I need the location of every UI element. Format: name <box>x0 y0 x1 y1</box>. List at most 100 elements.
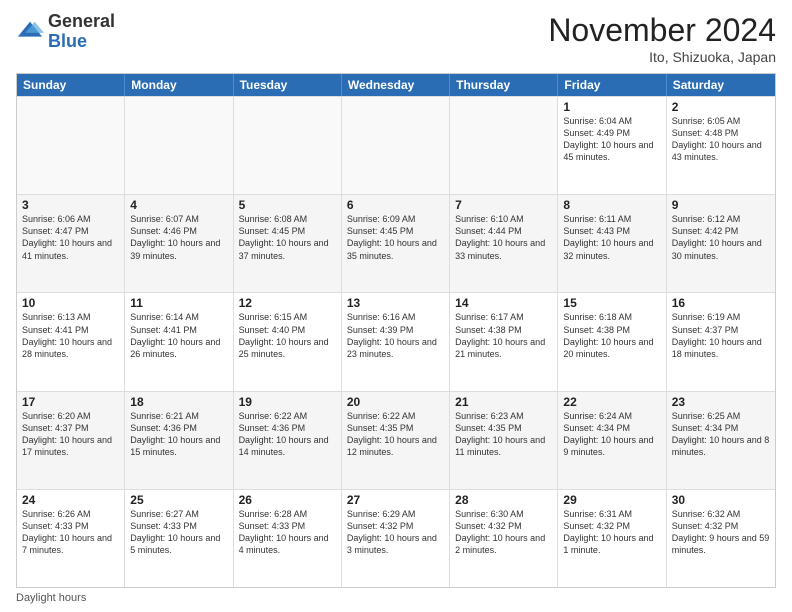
day-info: Sunrise: 6:22 AM Sunset: 4:35 PM Dayligh… <box>347 410 444 459</box>
day-number: 16 <box>672 296 770 310</box>
day-cell: 1Sunrise: 6:04 AM Sunset: 4:49 PM Daylig… <box>558 97 666 194</box>
day-info: Sunrise: 6:19 AM Sunset: 4:37 PM Dayligh… <box>672 311 770 360</box>
logo-blue-text: Blue <box>48 32 115 52</box>
day-info: Sunrise: 6:08 AM Sunset: 4:45 PM Dayligh… <box>239 213 336 262</box>
day-cell: 29Sunrise: 6:31 AM Sunset: 4:32 PM Dayli… <box>558 490 666 587</box>
day-cell: 24Sunrise: 6:26 AM Sunset: 4:33 PM Dayli… <box>17 490 125 587</box>
day-info: Sunrise: 6:11 AM Sunset: 4:43 PM Dayligh… <box>563 213 660 262</box>
day-number: 23 <box>672 395 770 409</box>
day-cell: 26Sunrise: 6:28 AM Sunset: 4:33 PM Dayli… <box>234 490 342 587</box>
empty-cell <box>125 97 233 194</box>
footer-note: Daylight hours <box>16 588 776 604</box>
day-number: 14 <box>455 296 552 310</box>
calendar-header: SundayMondayTuesdayWednesdayThursdayFrid… <box>17 74 775 96</box>
day-info: Sunrise: 6:24 AM Sunset: 4:34 PM Dayligh… <box>563 410 660 459</box>
day-cell: 17Sunrise: 6:20 AM Sunset: 4:37 PM Dayli… <box>17 392 125 489</box>
logo-general-text: General <box>48 12 115 32</box>
day-number: 18 <box>130 395 227 409</box>
day-number: 7 <box>455 198 552 212</box>
empty-cell <box>17 97 125 194</box>
day-info: Sunrise: 6:20 AM Sunset: 4:37 PM Dayligh… <box>22 410 119 459</box>
weekday-header: Tuesday <box>234 74 342 96</box>
calendar: SundayMondayTuesdayWednesdayThursdayFrid… <box>16 73 776 588</box>
day-info: Sunrise: 6:09 AM Sunset: 4:45 PM Dayligh… <box>347 213 444 262</box>
day-number: 1 <box>563 100 660 114</box>
day-cell: 20Sunrise: 6:22 AM Sunset: 4:35 PM Dayli… <box>342 392 450 489</box>
calendar-row: 1Sunrise: 6:04 AM Sunset: 4:49 PM Daylig… <box>17 96 775 194</box>
day-info: Sunrise: 6:23 AM Sunset: 4:35 PM Dayligh… <box>455 410 552 459</box>
day-info: Sunrise: 6:25 AM Sunset: 4:34 PM Dayligh… <box>672 410 770 459</box>
day-number: 30 <box>672 493 770 507</box>
day-info: Sunrise: 6:06 AM Sunset: 4:47 PM Dayligh… <box>22 213 119 262</box>
day-info: Sunrise: 6:10 AM Sunset: 4:44 PM Dayligh… <box>455 213 552 262</box>
empty-cell <box>450 97 558 194</box>
calendar-row: 17Sunrise: 6:20 AM Sunset: 4:37 PM Dayli… <box>17 391 775 489</box>
day-number: 28 <box>455 493 552 507</box>
empty-cell <box>342 97 450 194</box>
day-info: Sunrise: 6:31 AM Sunset: 4:32 PM Dayligh… <box>563 508 660 557</box>
day-cell: 2Sunrise: 6:05 AM Sunset: 4:48 PM Daylig… <box>667 97 775 194</box>
day-cell: 22Sunrise: 6:24 AM Sunset: 4:34 PM Dayli… <box>558 392 666 489</box>
day-cell: 27Sunrise: 6:29 AM Sunset: 4:32 PM Dayli… <box>342 490 450 587</box>
day-info: Sunrise: 6:22 AM Sunset: 4:36 PM Dayligh… <box>239 410 336 459</box>
logo: General Blue <box>16 12 115 52</box>
weekday-header: Saturday <box>667 74 775 96</box>
day-number: 15 <box>563 296 660 310</box>
day-cell: 15Sunrise: 6:18 AM Sunset: 4:38 PM Dayli… <box>558 293 666 390</box>
day-number: 11 <box>130 296 227 310</box>
day-info: Sunrise: 6:16 AM Sunset: 4:39 PM Dayligh… <box>347 311 444 360</box>
day-info: Sunrise: 6:29 AM Sunset: 4:32 PM Dayligh… <box>347 508 444 557</box>
day-cell: 28Sunrise: 6:30 AM Sunset: 4:32 PM Dayli… <box>450 490 558 587</box>
day-info: Sunrise: 6:28 AM Sunset: 4:33 PM Dayligh… <box>239 508 336 557</box>
day-cell: 21Sunrise: 6:23 AM Sunset: 4:35 PM Dayli… <box>450 392 558 489</box>
calendar-row: 10Sunrise: 6:13 AM Sunset: 4:41 PM Dayli… <box>17 292 775 390</box>
day-number: 9 <box>672 198 770 212</box>
day-cell: 3Sunrise: 6:06 AM Sunset: 4:47 PM Daylig… <box>17 195 125 292</box>
day-number: 17 <box>22 395 119 409</box>
day-info: Sunrise: 6:26 AM Sunset: 4:33 PM Dayligh… <box>22 508 119 557</box>
calendar-row: 3Sunrise: 6:06 AM Sunset: 4:47 PM Daylig… <box>17 194 775 292</box>
day-cell: 19Sunrise: 6:22 AM Sunset: 4:36 PM Dayli… <box>234 392 342 489</box>
logo-icon <box>16 18 44 46</box>
day-info: Sunrise: 6:27 AM Sunset: 4:33 PM Dayligh… <box>130 508 227 557</box>
day-cell: 23Sunrise: 6:25 AM Sunset: 4:34 PM Dayli… <box>667 392 775 489</box>
day-cell: 12Sunrise: 6:15 AM Sunset: 4:40 PM Dayli… <box>234 293 342 390</box>
day-number: 27 <box>347 493 444 507</box>
weekday-header: Wednesday <box>342 74 450 96</box>
header: General Blue November 2024 Ito, Shizuoka… <box>16 12 776 65</box>
day-number: 3 <box>22 198 119 212</box>
day-number: 6 <box>347 198 444 212</box>
page: General Blue November 2024 Ito, Shizuoka… <box>0 0 792 612</box>
day-info: Sunrise: 6:30 AM Sunset: 4:32 PM Dayligh… <box>455 508 552 557</box>
weekday-header: Thursday <box>450 74 558 96</box>
day-number: 29 <box>563 493 660 507</box>
day-info: Sunrise: 6:05 AM Sunset: 4:48 PM Dayligh… <box>672 115 770 164</box>
month-title: November 2024 <box>548 12 776 49</box>
day-number: 2 <box>672 100 770 114</box>
day-cell: 14Sunrise: 6:17 AM Sunset: 4:38 PM Dayli… <box>450 293 558 390</box>
day-cell: 25Sunrise: 6:27 AM Sunset: 4:33 PM Dayli… <box>125 490 233 587</box>
day-cell: 11Sunrise: 6:14 AM Sunset: 4:41 PM Dayli… <box>125 293 233 390</box>
day-info: Sunrise: 6:17 AM Sunset: 4:38 PM Dayligh… <box>455 311 552 360</box>
day-cell: 10Sunrise: 6:13 AM Sunset: 4:41 PM Dayli… <box>17 293 125 390</box>
day-info: Sunrise: 6:21 AM Sunset: 4:36 PM Dayligh… <box>130 410 227 459</box>
calendar-row: 24Sunrise: 6:26 AM Sunset: 4:33 PM Dayli… <box>17 489 775 587</box>
logo-text: General Blue <box>48 12 115 52</box>
day-cell: 6Sunrise: 6:09 AM Sunset: 4:45 PM Daylig… <box>342 195 450 292</box>
day-cell: 18Sunrise: 6:21 AM Sunset: 4:36 PM Dayli… <box>125 392 233 489</box>
day-number: 25 <box>130 493 227 507</box>
day-info: Sunrise: 6:12 AM Sunset: 4:42 PM Dayligh… <box>672 213 770 262</box>
weekday-header: Friday <box>558 74 666 96</box>
day-number: 13 <box>347 296 444 310</box>
day-cell: 8Sunrise: 6:11 AM Sunset: 4:43 PM Daylig… <box>558 195 666 292</box>
day-number: 5 <box>239 198 336 212</box>
calendar-body: 1Sunrise: 6:04 AM Sunset: 4:49 PM Daylig… <box>17 96 775 587</box>
day-info: Sunrise: 6:15 AM Sunset: 4:40 PM Dayligh… <box>239 311 336 360</box>
day-cell: 16Sunrise: 6:19 AM Sunset: 4:37 PM Dayli… <box>667 293 775 390</box>
day-cell: 5Sunrise: 6:08 AM Sunset: 4:45 PM Daylig… <box>234 195 342 292</box>
day-cell: 7Sunrise: 6:10 AM Sunset: 4:44 PM Daylig… <box>450 195 558 292</box>
empty-cell <box>234 97 342 194</box>
day-number: 12 <box>239 296 336 310</box>
day-cell: 13Sunrise: 6:16 AM Sunset: 4:39 PM Dayli… <box>342 293 450 390</box>
day-cell: 30Sunrise: 6:32 AM Sunset: 4:32 PM Dayli… <box>667 490 775 587</box>
